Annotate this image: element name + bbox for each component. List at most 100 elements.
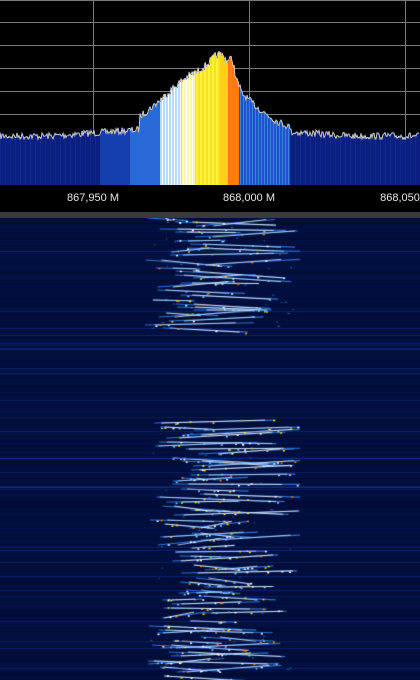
spectrum-bin: [146, 115, 148, 185]
spectrum-bin: [346, 133, 348, 185]
spectrum-bin: [318, 133, 320, 185]
spectrum-bin: [221, 55, 223, 185]
spectrum-bin: [12, 138, 14, 185]
spectrum-bin: [404, 137, 406, 185]
spectrum-bin: [328, 135, 330, 185]
spectrum-bin: [391, 134, 393, 185]
spectrum-bin: [272, 119, 274, 185]
spectrum-bin: [374, 133, 376, 185]
spectrum-bin: [132, 127, 134, 185]
spectrum-bin: [15, 137, 17, 185]
spectrum-bin: [353, 134, 355, 185]
spectrum-bin: [337, 135, 339, 185]
spectrum-bin: [343, 132, 345, 185]
spectrum-bin: [156, 106, 158, 185]
spectrum-bin: [83, 135, 85, 185]
spectrum-display[interactable]: [0, 0, 420, 185]
spectrum-bin: [129, 128, 131, 185]
spectrum-bin: [326, 132, 328, 185]
spectrum-bin: [111, 129, 113, 185]
spectrum-bin: [311, 134, 313, 185]
spectrum-bin: [196, 73, 198, 185]
spectrum-bin: [313, 130, 315, 185]
spectrum-bin: [179, 80, 181, 185]
spectrum-bin: [270, 117, 272, 185]
spectrum-bin: [180, 81, 182, 185]
spectrum-bin: [307, 131, 309, 185]
spectrum-bin: [77, 133, 79, 185]
spectrum-bin: [254, 102, 256, 185]
spectrum-bin: [285, 126, 287, 185]
spectrum-plot[interactable]: [0, 0, 420, 185]
spectrum-bin: [321, 136, 323, 185]
spectrum-bin: [4, 137, 6, 185]
spectrum-bin: [40, 137, 42, 185]
spectrum-bin: [3, 133, 5, 185]
spectrum-bin: [155, 103, 157, 185]
spectrum-bin: [333, 132, 335, 185]
spectrum-bin: [283, 126, 285, 185]
spectrum-bin: [25, 137, 27, 185]
spectrum-bin: [158, 100, 160, 185]
spectrum-bin: [47, 133, 49, 185]
spectrum-bin: [74, 135, 76, 185]
spectrum-bin: [185, 78, 187, 185]
spectrum-bin: [309, 135, 311, 185]
spectrum-bin: [161, 98, 163, 185]
spectrum-bin: [377, 132, 379, 185]
spectrum-bin: [193, 75, 195, 185]
spectrum-bin: [230, 56, 232, 185]
waterfall-display[interactable]: [0, 218, 420, 680]
spectrum-bin: [255, 108, 257, 185]
spectrum-bin: [5, 136, 7, 185]
spectrum-bin: [315, 136, 317, 185]
spectrum-bin: [332, 136, 334, 185]
spectrum-bin: [14, 135, 16, 185]
spectrum-bin: [24, 138, 26, 185]
spectrum-bin: [408, 138, 410, 185]
spectrum-bin: [301, 130, 303, 185]
spectrum-bin: [303, 132, 305, 185]
spectrum-bin: [245, 96, 247, 185]
spectrum-bin: [356, 137, 358, 185]
spectrum-bin: [310, 132, 312, 185]
spectrum-bin: [178, 83, 180, 185]
spectrum-bin: [241, 89, 243, 185]
spectrum-bin: [295, 133, 297, 185]
spectrum-bin: [154, 103, 156, 185]
spectrum-bin: [387, 136, 389, 185]
spectrum-bin: [69, 134, 71, 185]
spectrum-bin: [134, 131, 136, 185]
spectrum-bin: [360, 138, 362, 185]
spectrum-bin: [366, 138, 368, 185]
spectrum-bin: [85, 132, 87, 185]
spectrum-bin: [184, 79, 186, 185]
spectrum-bin: [183, 79, 185, 185]
frequency-axis[interactable]: 867,950 M 868,000 M 868,050: [0, 185, 420, 212]
spectrum-bin: [235, 76, 237, 185]
spectrum-bin: [220, 52, 222, 185]
spectrum-bin: [300, 135, 302, 185]
spectrum-bin: [275, 123, 277, 185]
spectrum-bin: [103, 130, 105, 185]
spectrum-bin: [197, 71, 199, 185]
spectrum-bin: [290, 128, 292, 185]
spectrum-bin: [149, 109, 151, 185]
spectrum-bin: [188, 78, 190, 185]
spectrum-bin: [39, 136, 41, 185]
spectrum-bin: [401, 135, 403, 185]
spectrum-bin: [164, 94, 166, 185]
spectrum-bin: [223, 55, 225, 185]
spectrum-bin: [320, 135, 322, 185]
spectrum-bin: [82, 131, 84, 185]
spectrum-bin: [396, 135, 398, 185]
spectrum-bin: [157, 103, 159, 185]
spectrum-bin: [388, 133, 390, 185]
spectrum-bin: [28, 138, 30, 185]
spectrum-bin: [416, 135, 418, 185]
spectrum-bin: [378, 133, 380, 185]
spectrum-bin: [394, 133, 396, 185]
frequency-label-right: 868,050: [380, 192, 420, 204]
spectrum-bin: [32, 138, 34, 185]
spectrum-bin: [35, 134, 37, 185]
